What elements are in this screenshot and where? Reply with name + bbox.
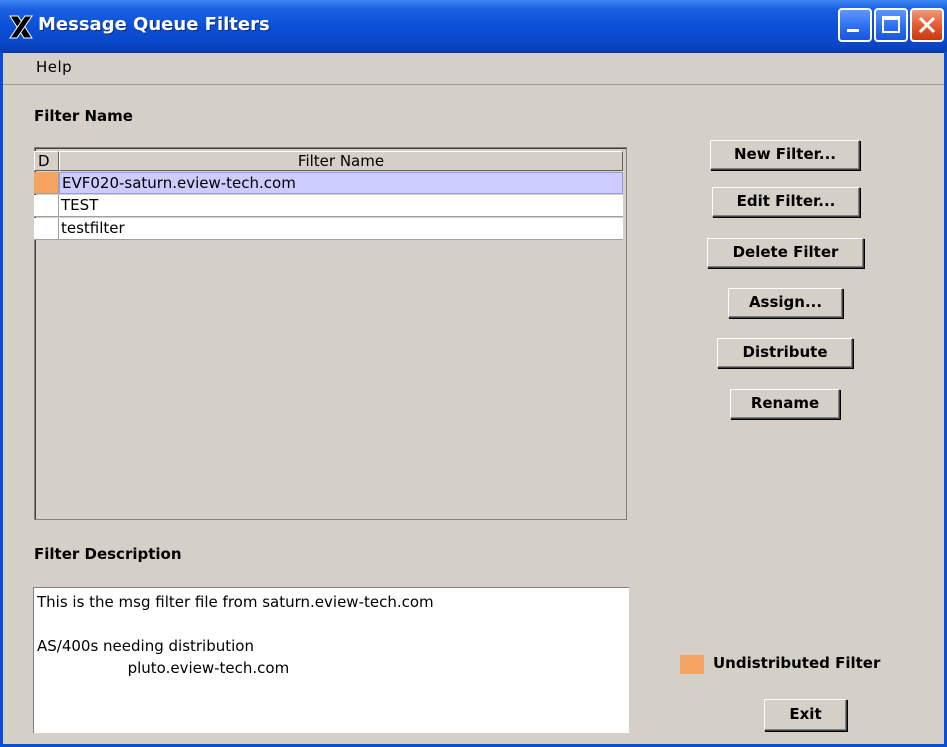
menu-help[interactable]: Help (36, 58, 72, 76)
filter-description-text[interactable]: This is the msg filter file from saturn.… (33, 587, 629, 733)
filter-table-header: D Filter Name (34, 151, 623, 172)
exit-button[interactable]: Exit (764, 699, 847, 731)
new-filter-button[interactable]: New Filter... (710, 140, 860, 170)
undistributed-color-swatch (680, 655, 704, 674)
menu-bar (0, 53, 947, 85)
table-row[interactable]: testfilter (34, 218, 623, 241)
close-icon (918, 16, 936, 34)
distribute-button[interactable]: Distribute (717, 338, 853, 368)
title-bar[interactable]: Message Queue Filters (0, 0, 947, 53)
column-header-d[interactable]: D (34, 151, 59, 171)
filter-name-cell: TEST (59, 195, 623, 217)
minimize-icon (847, 29, 859, 32)
distribution-cell (34, 218, 59, 240)
distribution-cell (34, 195, 59, 217)
filter-description-label: Filter Description (34, 545, 182, 563)
maximize-icon (882, 16, 900, 33)
delete-filter-button[interactable]: Delete Filter (707, 238, 864, 268)
edit-filter-button[interactable]: Edit Filter... (712, 187, 860, 217)
table-row[interactable]: TEST (34, 195, 623, 218)
filter-name-cell: EVF020-saturn.eview-tech.com (59, 172, 623, 194)
undistributed-indicator (34, 172, 59, 194)
column-header-filter-name[interactable]: Filter Name (59, 151, 623, 171)
x-window-icon (9, 15, 33, 39)
filter-name-cell: testfilter (59, 218, 623, 240)
window-title: Message Queue Filters (38, 14, 270, 35)
undistributed-legend-label: Undistributed Filter (713, 654, 881, 672)
filter-name-label: Filter Name (34, 107, 133, 125)
message-queue-filters-window: Message Queue Filters Help Filter Name D… (0, 0, 947, 747)
window-border-left (0, 52, 3, 747)
close-button[interactable] (910, 8, 944, 42)
maximize-button[interactable] (874, 8, 908, 42)
rename-button[interactable]: Rename (730, 389, 840, 419)
minimize-button[interactable] (838, 8, 872, 42)
assign-button[interactable]: Assign... (728, 288, 843, 318)
table-row[interactable]: EVF020-saturn.eview-tech.com (34, 172, 623, 195)
